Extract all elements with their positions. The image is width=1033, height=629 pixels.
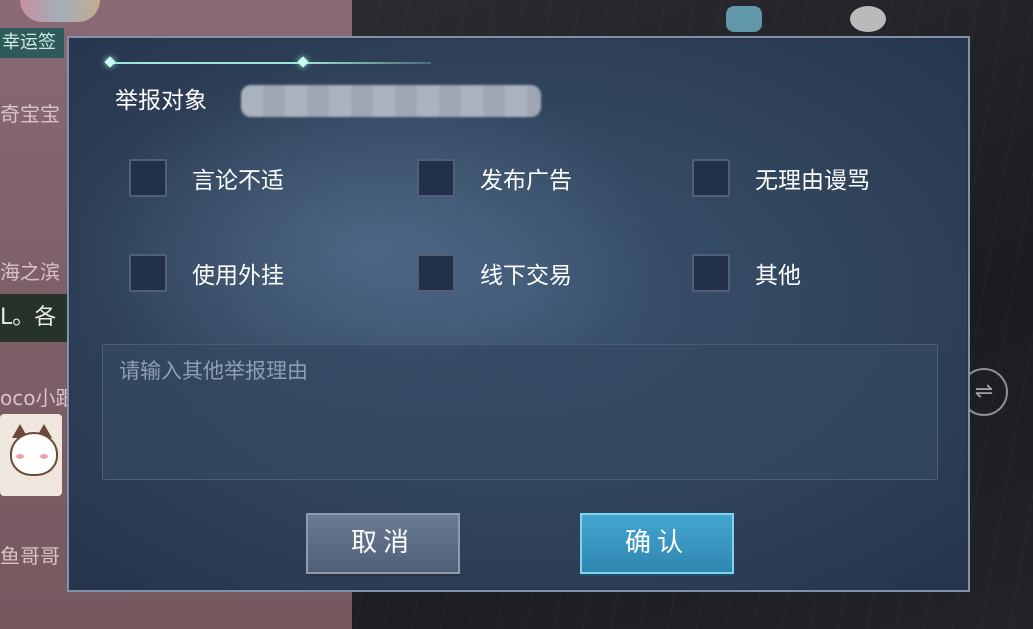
option-label: 言论不适	[192, 168, 284, 194]
option-label: 其他	[755, 263, 801, 289]
reason-input[interactable]	[102, 344, 938, 480]
option-other[interactable]: 其他	[692, 254, 801, 292]
decorative-line	[104, 56, 431, 68]
chat-username: 鱼哥哥	[0, 544, 60, 568]
character-sticker-icon	[850, 6, 886, 32]
chat-username: 海之滨	[0, 260, 60, 284]
option-inappropriate-speech[interactable]: 言论不适	[129, 159, 284, 197]
confirm-button[interactable]: 确认	[580, 513, 734, 574]
chat-username: 奇宝宝	[0, 102, 60, 126]
checkbox[interactable]	[692, 254, 730, 292]
chat-message: L。各	[0, 294, 68, 342]
cat-avatar	[0, 414, 62, 496]
checkbox[interactable]	[417, 254, 455, 292]
diamond-icon	[297, 56, 309, 68]
checkbox[interactable]	[129, 254, 167, 292]
checkbox[interactable]	[129, 159, 167, 197]
report-target-name-blurred	[241, 85, 541, 117]
chat-username: oco小跟	[0, 386, 76, 410]
report-dialog: 举报对象 言论不适 发布广告 无理由谩骂 使用外挂 线下交易 其他 取消 确认	[67, 36, 970, 592]
chat-tag: 幸运签	[0, 28, 64, 58]
gamepad-sticker-icon	[726, 6, 762, 32]
report-target-label: 举报对象	[115, 88, 207, 114]
option-cheating[interactable]: 使用外挂	[129, 254, 284, 292]
option-advertising[interactable]: 发布广告	[417, 159, 572, 197]
cancel-button[interactable]: 取消	[306, 513, 460, 574]
option-label: 无理由谩骂	[755, 168, 870, 194]
checkbox[interactable]	[417, 159, 455, 197]
option-label: 使用外挂	[192, 263, 284, 289]
option-offline-trading[interactable]: 线下交易	[417, 254, 572, 292]
option-label: 发布广告	[480, 168, 572, 194]
option-abuse[interactable]: 无理由谩骂	[692, 159, 870, 197]
diamond-icon	[104, 56, 116, 68]
rainbow-decoration	[20, 0, 100, 22]
checkbox[interactable]	[692, 159, 730, 197]
option-label: 线下交易	[480, 263, 572, 289]
